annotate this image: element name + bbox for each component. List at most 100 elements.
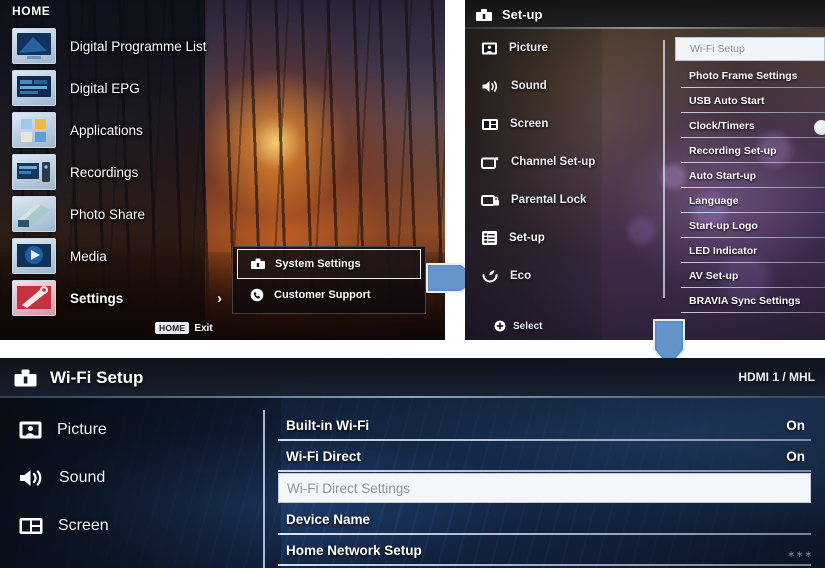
submenu-item-customer-support[interactable]: Customer Support [237,281,421,309]
input-source-label: HDMI 1 / MHL [738,370,815,384]
wifi-sidebar-label: Sound [59,469,106,486]
submenu-item-system-settings[interactable]: System Settings [237,249,421,279]
setup-option-label: Recording Set-up [689,144,777,157]
screenshot-stage: HOME Digital Programme List Digital EPG … [0,0,825,568]
setup-sidebar-item-sound[interactable]: Sound [465,67,660,105]
setup-option-wi-fi-setup[interactable]: Wi-Fi Setup [675,37,825,61]
wifi-panel-title: Wi-Fi Setup [50,368,144,387]
home-item-recordings[interactable]: Recordings [12,151,272,193]
home-item-label: Recordings [70,164,139,180]
setup-option-label: Wi-Fi Setup [690,43,745,55]
home-panel-title: HOME [12,4,51,18]
setup-sidebar-label: Parental Lock [511,194,587,206]
setup-options-list: Wi-Fi Setup Photo Frame Settings USB Aut… [675,36,825,313]
home-item-label: Media [70,248,107,264]
setup-option-label: BRAVIA Sync Settings [689,294,801,307]
home-exit-hint: HOME Exit [155,322,213,334]
tv-programme-icon [12,28,56,64]
setup-option-recording-set-up[interactable]: Recording Set-up [675,138,825,163]
wifi-option-label: Home Network Setup [286,543,422,558]
setup-sidebar-label: Set-up [509,232,545,244]
wifi-option-device-name[interactable]: Device Name [278,504,811,535]
setup-option-start-up-logo[interactable]: Start-up Logo [675,213,825,238]
setup-option-label: Clock/Timers [689,119,755,132]
wifi-option-label: Wi-Fi Direct [286,449,361,464]
home-item-label: Settings [70,290,124,306]
home-menu-panel: HOME Digital Programme List Digital EPG … [0,0,445,340]
setup-sidebar: Picture Sound Screen Channel Set-up Pare… [465,29,660,340]
toolbox-icon [250,257,266,271]
setup-select-label: Select [513,320,543,332]
setup-option-label: USB Auto Start [689,94,765,107]
wifi-setup-panel: Wi-Fi Setup HDMI 1 / MHL Picture Sound S… [0,358,825,568]
wifi-option-label: Built-in Wi-Fi [286,418,370,433]
setup-option-led-indicator[interactable]: LED Indicator [675,238,825,263]
setup-sidebar-item-setup[interactable]: Set-up [465,219,660,257]
setup-option-language[interactable]: Language [675,188,825,213]
setup-option-av-set-up[interactable]: AV Set-up [675,263,825,288]
setup-sidebar-label: Screen [510,118,549,130]
channel-icon [481,155,500,170]
setup-option-label: Language [689,194,739,207]
picture-icon [481,41,498,56]
home-item-label: Digital Programme List [70,38,207,54]
home-item-photo-share[interactable]: Photo Share [12,193,272,235]
wifi-sidebar-item-picture[interactable]: Picture [0,406,262,454]
setup-option-clock-timers[interactable]: Clock/Timers [675,113,825,138]
setup-sidebar-label: Channel Set-up [511,156,596,168]
wifi-title-bar: Wi-Fi Setup HDMI 1 / MHL [0,358,825,398]
setup-sidebar-label: Eco [510,270,532,282]
wifi-option-label: Wi-Fi Direct Settings [287,480,411,496]
setup-sidebar-item-screen[interactable]: Screen [465,105,660,143]
home-item-label: Photo Share [70,206,146,222]
wifi-vertical-divider [263,410,265,568]
wifi-option-home-network-setup[interactable]: Home Network Setup [278,535,811,566]
wifi-sidebar-label: Picture [57,421,107,438]
setup-option-label: Auto Start-up [689,169,757,182]
select-plus-icon [494,320,506,332]
wifi-option-value: On [786,418,805,433]
setup-option-label: Photo Frame Settings [689,69,798,82]
setup-sidebar-label: Sound [511,80,547,92]
setup-sidebar-item-channel-setup[interactable]: Channel Set-up [465,143,660,181]
setup-option-label: AV Set-up [689,269,739,282]
setup-sidebar-item-parental-lock[interactable]: Parental Lock [465,181,660,219]
wifi-sidebar-item-sound[interactable]: Sound [0,454,262,502]
home-item-label: Applications [70,122,143,138]
wifi-option-built-in-wi-fi[interactable]: Built-in Wi-Fi On [278,410,811,441]
home-item-applications[interactable]: Applications [12,109,272,151]
speaker-icon [481,79,500,94]
setup-option-photo-frame-settings[interactable]: Photo Frame Settings [675,63,825,88]
epg-guide-icon [12,70,56,106]
setup-option-auto-start-up[interactable]: Auto Start-up [675,163,825,188]
setup-select-hint: Select [494,320,542,332]
home-item-label: Digital EPG [70,80,140,96]
home-exit-label: Exit [194,322,213,334]
wifi-options-list: Built-in Wi-Fi On Wi-Fi Direct On Wi-Fi … [278,410,811,566]
setup-sidebar-label: Picture [509,42,548,54]
phone-icon [249,288,265,302]
watermark: ∗∗∗ [787,549,813,559]
recordings-icon [12,154,56,190]
screen-icon [481,117,499,132]
setup-sidebar-item-picture[interactable]: Picture [465,29,660,67]
parental-lock-icon [481,193,500,208]
wifi-sidebar: Picture Sound Screen [0,406,262,568]
setup-option-bravia-sync-settings[interactable]: BRAVIA Sync Settings [675,288,825,313]
media-play-icon [12,238,56,274]
home-item-digital-programme-list[interactable]: Digital Programme List [12,25,272,67]
scroll-knob[interactable] [814,120,825,135]
wifi-option-wi-fi-direct-settings[interactable]: Wi-Fi Direct Settings [278,473,811,503]
setup-sidebar-item-eco[interactable]: Eco [465,257,660,295]
chevron-right-icon: › [217,289,222,307]
submenu-item-label: Customer Support [274,289,371,301]
home-key-badge: HOME [155,322,190,334]
setup-option-usb-auto-start[interactable]: USB Auto Start [675,88,825,113]
wifi-option-label: Device Name [286,512,371,527]
picture-icon [18,419,43,441]
setup-title-bar: Set-up [465,0,825,29]
home-item-digital-epg[interactable]: Digital EPG [12,67,272,109]
wifi-sidebar-item-screen[interactable]: Screen [0,502,262,550]
wifi-option-wi-fi-direct[interactable]: Wi-Fi Direct On [278,441,811,472]
settings-submenu: System Settings Customer Support [232,246,426,314]
